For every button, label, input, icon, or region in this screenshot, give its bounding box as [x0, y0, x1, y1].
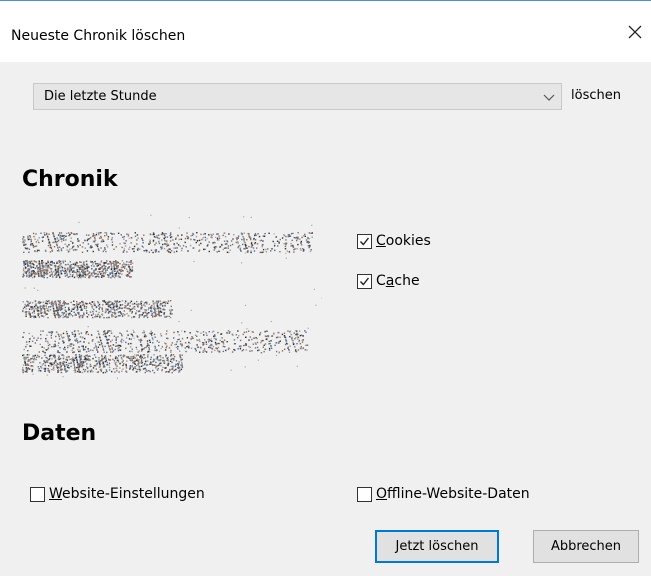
close-icon	[628, 25, 642, 39]
checkbox-offline-website-data[interactable]: Offline-Website-Daten	[357, 486, 530, 502]
checkmark-icon	[359, 237, 370, 246]
chronik-heading: Chronik	[22, 167, 118, 192]
close-button[interactable]	[624, 21, 646, 43]
chevron-down-icon	[543, 94, 555, 101]
checkbox-cache[interactable]: Cache	[357, 273, 420, 289]
title-bar: Neueste Chronik löschen	[0, 0, 651, 62]
daten-heading: Daten	[22, 421, 97, 446]
dialog-title: Neueste Chronik löschen	[11, 28, 186, 44]
cancel-button[interactable]: Abbrechen	[533, 530, 639, 563]
time-range-select[interactable]: Die letzte Stunde	[33, 83, 562, 110]
checkbox-offline-website-data-label: Offline-Website-Daten	[376, 486, 530, 502]
checkbox-website-settings-box[interactable]	[30, 486, 45, 502]
time-range-value: Die letzte Stunde	[44, 89, 157, 104]
checkbox-cookies-label: Cookies	[376, 233, 431, 249]
checkbox-offline-website-data-box[interactable]	[357, 486, 372, 502]
checkbox-cookies[interactable]: Cookies	[357, 233, 431, 249]
checkbox-cache-box[interactable]	[357, 273, 372, 289]
clear-history-dialog: Neueste Chronik löschen Die letzte Stund…	[0, 0, 651, 576]
checkbox-cache-label: Cache	[376, 273, 420, 289]
checkmark-icon	[359, 277, 370, 286]
time-range-suffix-label: löschen	[571, 88, 621, 103]
checkbox-cookies-box[interactable]	[357, 233, 372, 249]
checkbox-website-settings-label: Website-Einstellungen	[49, 486, 205, 502]
checkbox-website-settings[interactable]: Website-Einstellungen	[30, 486, 205, 502]
clear-now-button[interactable]: Jetzt löschen	[375, 530, 499, 563]
redacted-history-preview	[22, 214, 322, 379]
